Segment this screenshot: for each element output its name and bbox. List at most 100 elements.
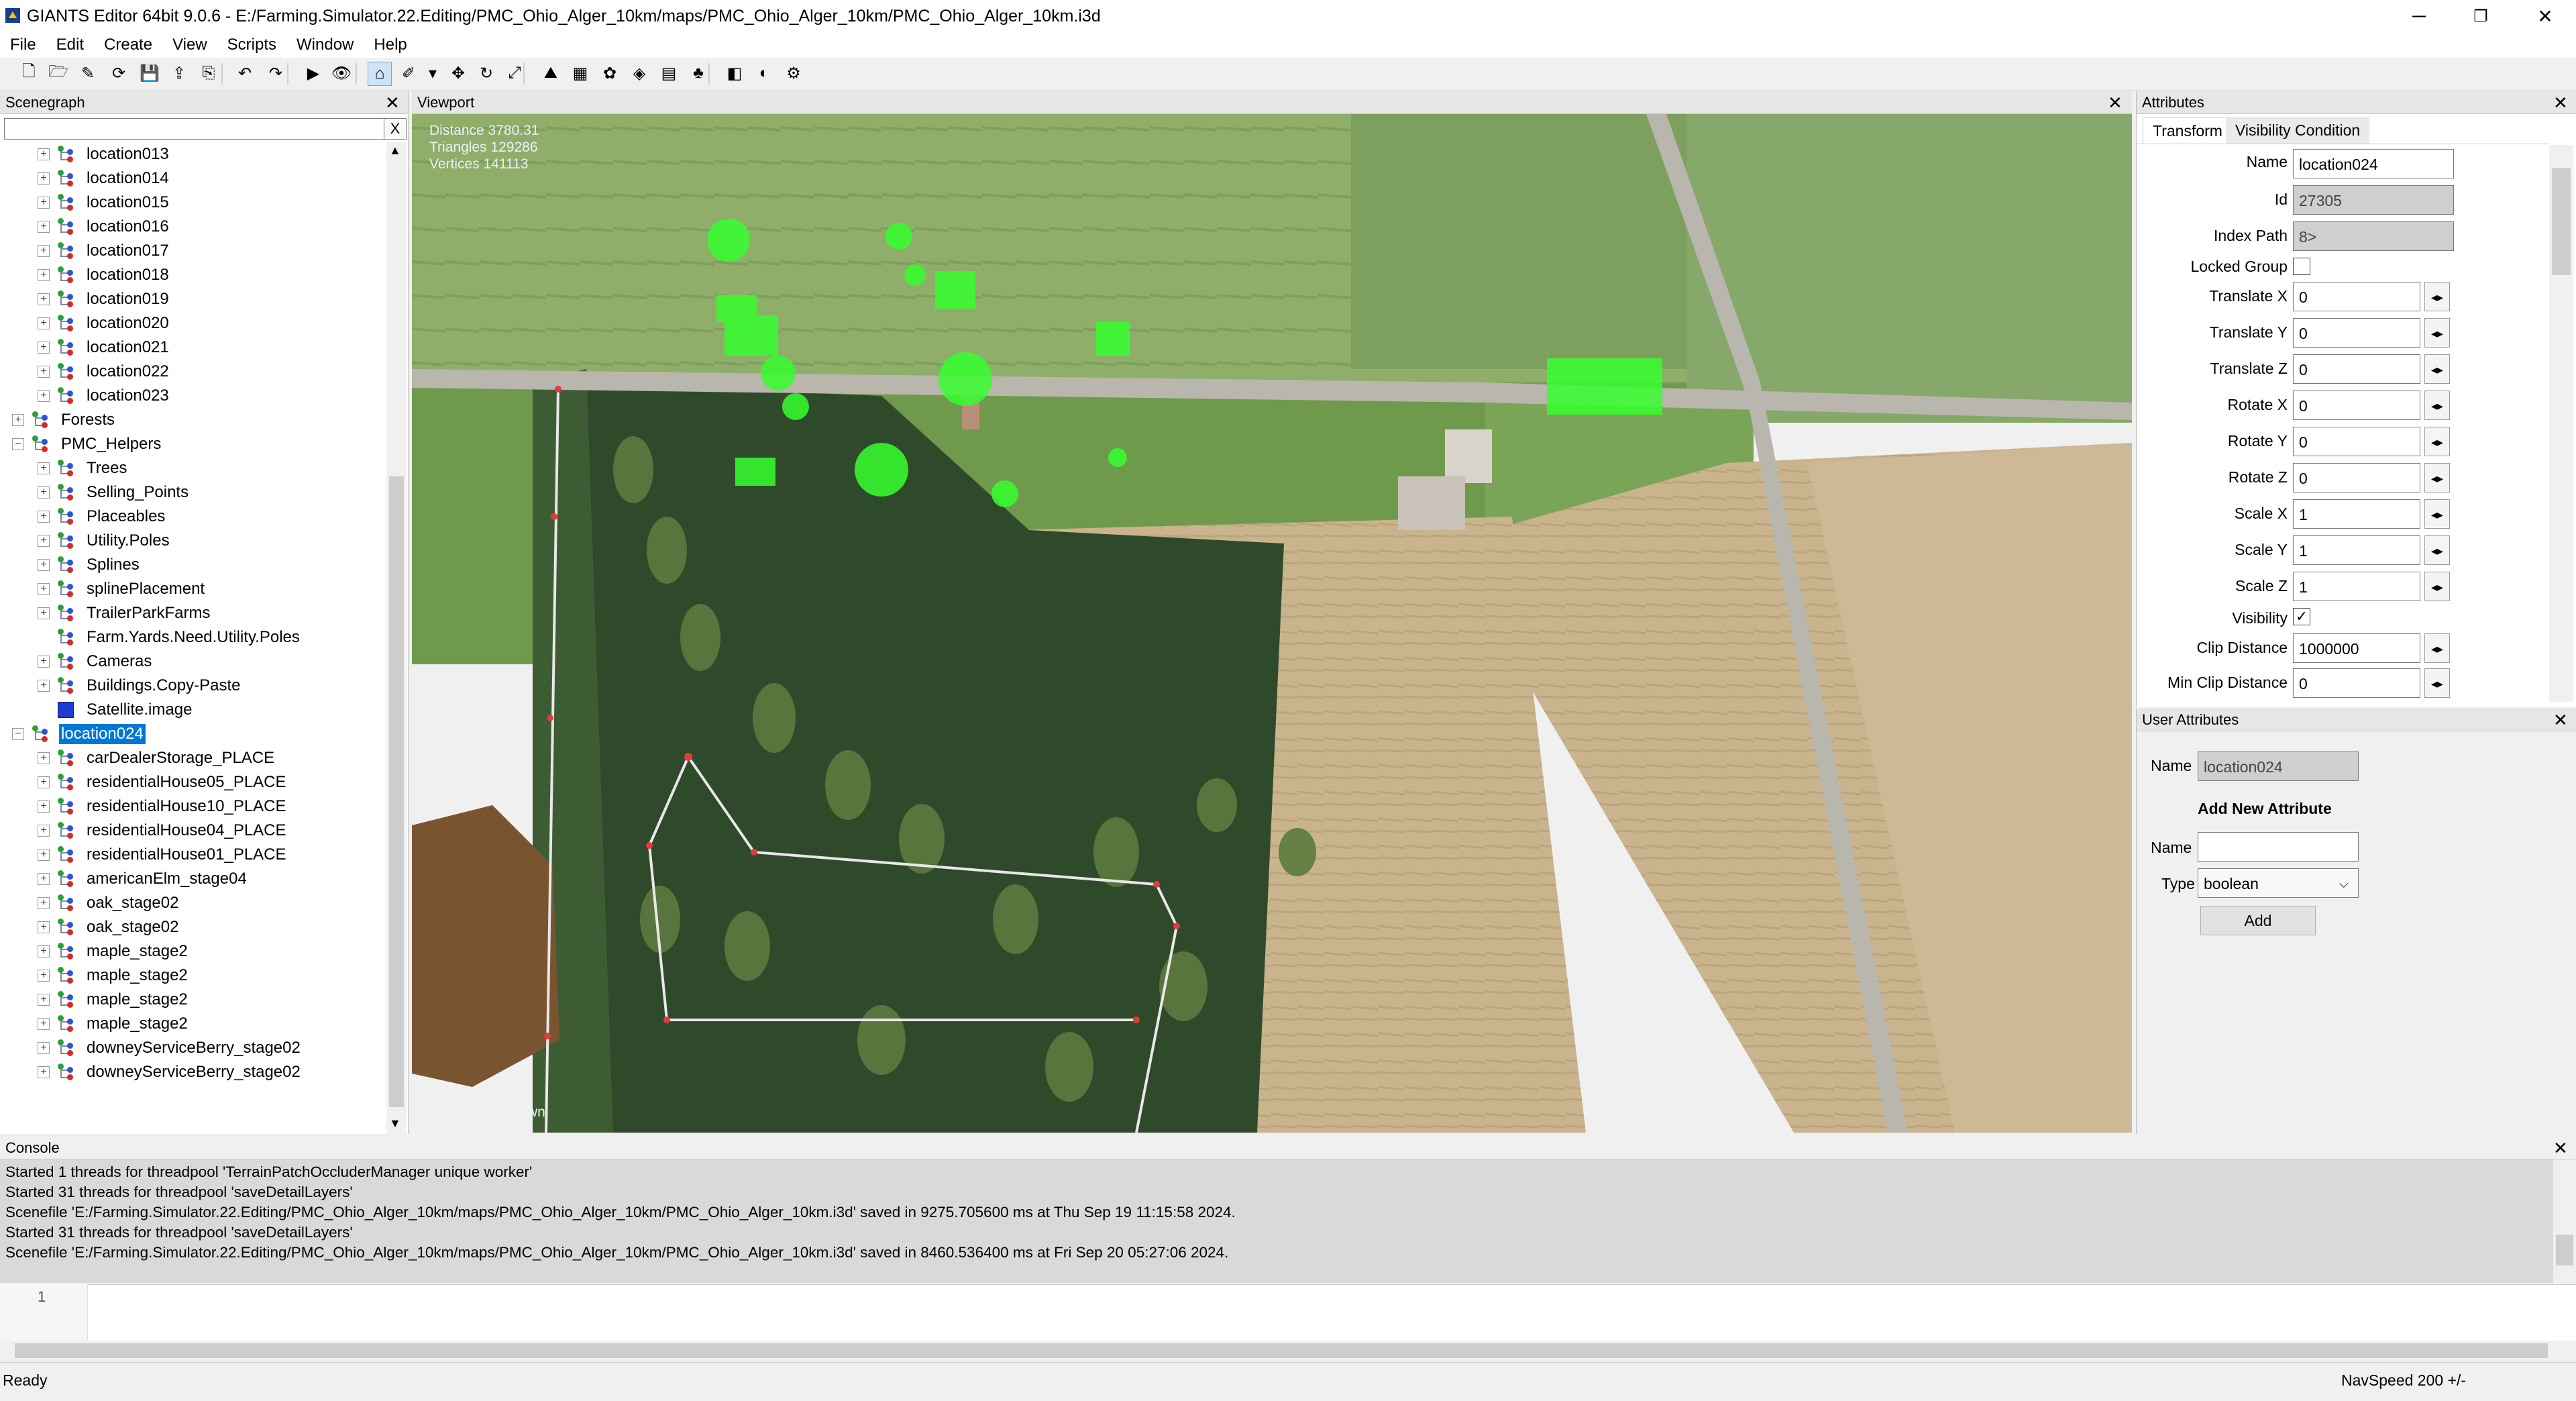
expand-icon[interactable]: +	[38, 1018, 50, 1030]
scale-z-input[interactable]: 1	[2293, 572, 2420, 601]
restore-button[interactable]: ❐	[2450, 0, 2512, 32]
tree-node[interactable]: + maple_stage2	[38, 988, 190, 1012]
attributes-scroll-thumb[interactable]	[2552, 168, 2571, 275]
expand-icon[interactable]: +	[38, 245, 50, 257]
expand-icon[interactable]: +	[38, 970, 50, 982]
tab-visibility-condition[interactable]: Visibility Condition	[2226, 117, 2370, 144]
tree-node[interactable]: + location013	[38, 142, 171, 166]
tree-node[interactable]: + location016	[38, 215, 171, 239]
scale-y-spinner[interactable]: ◂▸	[2424, 535, 2450, 565]
expand-icon[interactable]: +	[38, 776, 50, 788]
tree-node[interactable]: + downeyServiceBerry_stage02	[38, 1036, 303, 1060]
expand-icon[interactable]: +	[38, 825, 50, 837]
settings-gear-icon[interactable]: ⚙	[782, 62, 805, 85]
scenegraph-scroll-thumb[interactable]	[389, 476, 404, 1107]
tree-node[interactable]: + americanElm_stage04	[38, 867, 249, 891]
add-attribute-button[interactable]: Add	[2200, 906, 2316, 935]
tree-node[interactable]: + residentialHouse10_PLACE	[38, 794, 288, 819]
eye-icon[interactable]: 👁	[330, 62, 353, 85]
expand-icon[interactable]: +	[38, 607, 50, 619]
info-layer-icon[interactable]: ▤	[657, 62, 680, 85]
viewport-close-icon[interactable]: ✕	[2108, 91, 2123, 114]
reload-icon[interactable]: ⟳	[107, 62, 130, 85]
foliage-paint-icon[interactable]: ✿	[598, 62, 621, 85]
expand-icon[interactable]: +	[38, 994, 50, 1006]
save-icon[interactable]: 💾	[138, 62, 161, 85]
expand-icon[interactable]: +	[38, 221, 50, 233]
rotate-z-spinner[interactable]: ◂▸	[2424, 463, 2450, 492]
play-icon[interactable]: ▶	[302, 62, 325, 85]
tree-node[interactable]: + location023	[38, 384, 171, 408]
viewport-3d-view[interactable]	[412, 114, 2132, 1133]
placement-paint-icon[interactable]: ◈	[628, 62, 651, 85]
tree-node[interactable]: + splinePlacement	[38, 577, 207, 601]
tree-node[interactable]: + carDealerStorage_PLACE	[38, 746, 276, 770]
user-attributes-close-icon[interactable]: ✕	[2553, 709, 2568, 731]
translate-x-input[interactable]: 0	[2293, 282, 2420, 311]
translate-z-input[interactable]: 0	[2293, 354, 2420, 384]
tree-node[interactable]: + Selling_Points	[38, 480, 191, 505]
tree-node[interactable]: + oak_stage02	[38, 891, 180, 915]
script-editor[interactable]	[0, 1284, 2576, 1341]
menu-edit[interactable]: Edit	[46, 32, 94, 58]
editor-scroll-thumb[interactable]	[15, 1343, 2548, 1358]
tree-node[interactable]: + maple_stage2	[38, 939, 190, 964]
move-icon[interactable]: ✥	[447, 62, 470, 85]
terrain-paint-icon[interactable]: ▦	[569, 62, 592, 85]
expand-icon[interactable]: +	[12, 414, 24, 426]
scale-x-spinner[interactable]: ◂▸	[2424, 499, 2450, 529]
expand-icon[interactable]: +	[38, 752, 50, 764]
tree-node[interactable]: + Trees	[38, 456, 129, 480]
menu-view[interactable]: View	[162, 32, 217, 58]
tree-node[interactable]: Farm.Yards.Need.Utility.Poles	[38, 625, 302, 650]
rotate-icon[interactable]: ↻	[475, 62, 498, 85]
expand-icon[interactable]: +	[38, 511, 50, 523]
scenegraph-search-input[interactable]	[4, 118, 385, 140]
tab-transform[interactable]: Transform	[2143, 117, 2233, 144]
clip-distance-spinner[interactable]: ◂▸	[2424, 633, 2450, 663]
translate-z-spinner[interactable]: ◂▸	[2424, 354, 2450, 384]
expand-icon[interactable]: +	[38, 680, 50, 692]
expand-icon[interactable]: +	[38, 921, 50, 933]
expand-icon[interactable]: +	[38, 293, 50, 305]
tree-node[interactable]: + TrailerParkFarms	[38, 601, 212, 625]
expand-icon[interactable]: +	[38, 1066, 50, 1078]
attributes-close-icon[interactable]: ✕	[2553, 91, 2568, 114]
menu-file[interactable]: File	[0, 32, 46, 58]
tree-node[interactable]: + Placeables	[38, 505, 167, 529]
expand-icon[interactable]: +	[38, 897, 50, 909]
visibility-checkbox[interactable]: ✓	[2293, 608, 2310, 625]
console-scroll-thumb[interactable]	[2556, 1235, 2573, 1265]
expand-icon[interactable]: +	[38, 945, 50, 957]
rotate-x-input[interactable]: 0	[2293, 391, 2420, 420]
scroll-up-arrow-icon[interactable]: ▲	[389, 144, 401, 158]
tree-node[interactable]: + residentialHouse04_PLACE	[38, 819, 288, 843]
expand-icon[interactable]: +	[38, 366, 50, 378]
tree-node[interactable]: + location019	[38, 287, 171, 311]
tree-node[interactable]: + downeyServiceBerry_stage02	[38, 1060, 303, 1084]
locked-group-checkbox[interactable]	[2293, 258, 2310, 275]
expand-icon[interactable]: +	[38, 269, 50, 281]
tree-node[interactable]: + location022	[38, 360, 171, 384]
expand-icon[interactable]: +	[38, 849, 50, 861]
export-icon[interactable]: ⇪	[168, 62, 191, 85]
type-select[interactable]: boolean ⌵	[2198, 868, 2359, 898]
tree-node[interactable]: + location017	[38, 239, 171, 263]
expand-icon[interactable]: +	[38, 148, 50, 160]
expand-icon[interactable]: +	[38, 1042, 50, 1054]
tree-node[interactable]: + Utility.Poles	[38, 529, 172, 553]
tree-node[interactable]: + residentialHouse05_PLACE	[38, 770, 288, 794]
tree-node[interactable]: + Splines	[38, 553, 142, 577]
tree-node[interactable]: − PMC_Helpers	[12, 432, 163, 456]
redo-icon[interactable]: ↷	[264, 62, 287, 85]
tree-node[interactable]: + Forests	[12, 408, 117, 432]
tree-node[interactable]: + location014	[38, 166, 171, 191]
tree-node[interactable]: + maple_stage2	[38, 964, 190, 988]
console-close-icon[interactable]: ✕	[2553, 1137, 2568, 1159]
expand-icon[interactable]: +	[38, 462, 50, 474]
expand-icon[interactable]: +	[38, 873, 50, 885]
scenegraph-close-icon[interactable]: ✕	[385, 91, 400, 114]
new-file-icon[interactable]: 🗋	[17, 62, 40, 85]
render-icon[interactable]: ◧	[723, 62, 746, 85]
translate-y-spinner[interactable]: ◂▸	[2424, 318, 2450, 348]
